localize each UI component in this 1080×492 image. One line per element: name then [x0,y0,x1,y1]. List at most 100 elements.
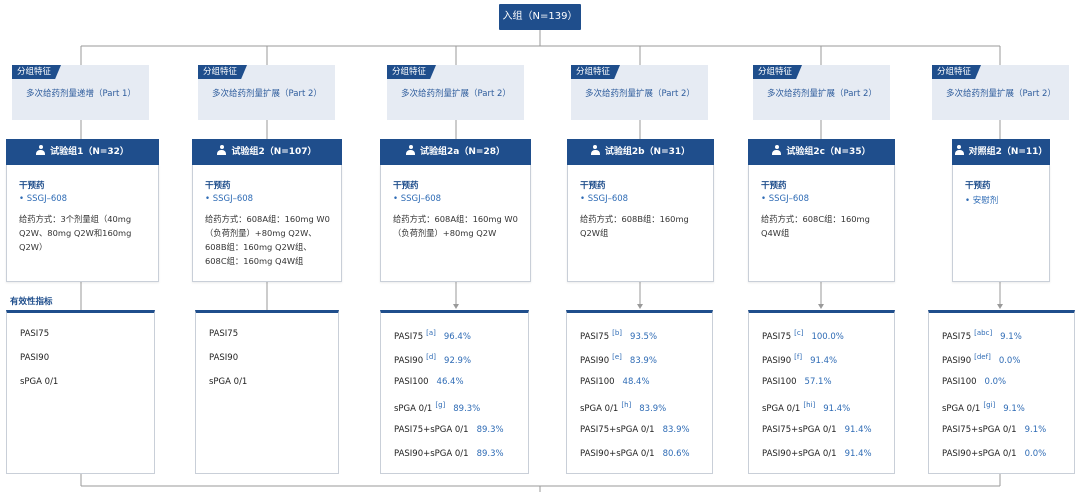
group-details: 干预药 • SSGJ–608 给药方式：3个剂量组（40mg Q2W、80mg Q2… [6,165,159,282]
metric-name: PASI90+sPGA 0/1 [580,449,655,459]
group-details: 干预药 • SSGJ–608 给药方式：608A组：160mg W0（负荷剂量）+8… [192,165,342,282]
metric-value: 100.0% [811,332,844,342]
drug-name: • SSGJ–608 [761,194,810,204]
metric-row: sPGA 0/1 [hi] 91.4% [762,401,850,414]
metric-value: 83.9% [662,425,690,435]
metric-name: PASI100 [394,377,429,387]
metric-row: PASI75 [c] 100.0% [762,329,844,342]
metric-name: PASI75+sPGA 0/1 [394,425,469,435]
group-header: 试验组2a（N=28） [380,139,531,165]
metric-value: 89.3% [476,425,504,435]
efficacy-box: PASI75 [c] 100.0% PASI90 [f] 91.4% PASI100 57.1… [748,310,895,474]
metric-value: 91.4% [844,449,872,459]
metric-name: sPGA 0/1 [580,404,619,414]
feature-tag: 分组特征 [387,65,437,79]
group-details: 干预药 • SSGJ–608 给药方式：608A组：160mg W0（负荷剂量）+8… [380,165,531,282]
metric-name: PASI90 [209,353,239,363]
group-header: 试验组1（N=32） [6,139,159,165]
person-icon [954,145,964,155]
group-name: 试验组1（N=32） [50,147,129,157]
metric-footnote: [b] [612,329,623,337]
metric-footnote: [e] [612,353,622,361]
person-icon [590,145,600,155]
efficacy-box: PASI75 PASI90 sPGA 0/1 [6,310,155,474]
group-header: 试验组2c（N=35） [748,139,895,165]
metric-value: 9.1% [1024,425,1047,435]
metric-row: PASI75+sPGA 0/1 83.9% [580,425,690,435]
metric-value: 92.9% [444,356,472,366]
metric-value: 0.0% [1024,449,1047,459]
metric-value: 96.4% [443,332,471,342]
dosing-text: 给药方式：608A组：160mg W0（负荷剂量）+80mg Q2W、608B组… [205,214,330,266]
enrollment-box: 入组（N=139） [499,4,581,30]
efficacy-box: PASI75 [a] 96.4% PASI90 [d] 92.9% PASI100 46.4%… [380,310,529,474]
drug-name: • SSGJ–608 [19,194,68,204]
metric-row: PASI75 [20,329,49,339]
efficacy-box: PASI75 [b] 93.5% PASI90 [e] 83.9% PASI100 48.4%… [566,310,713,474]
drug-title: 干预药 [19,181,45,191]
metric-row: PASI75 [a] 96.4% [394,329,471,342]
metric-value: 91.4% [844,425,872,435]
metric-value: 93.5% [630,332,658,342]
feature-box: 分组特征多次给药剂量递增（Part 1） [12,65,149,120]
feature-tag: 分组特征 [12,65,62,79]
feature-text: 多次给药剂量扩展（Part 2） [585,89,695,99]
metric-name: PASI75 [209,329,239,339]
drug-name: • SSGJ–608 [205,194,254,204]
metric-row: PASI90 [209,353,238,363]
group-details: 干预药 • 安慰剂 [952,165,1050,282]
drug-title: 干预药 [393,181,419,191]
metric-row: PASI75 [209,329,238,339]
metric-row: PASI75 [b] 93.5% [580,329,657,342]
metric-row: PASI90 [20,353,49,363]
metric-value: 46.4% [436,377,464,387]
feature-text: 多次给药剂量扩展（Part 2） [767,89,877,99]
feature-box: 分组特征多次给药剂量扩展（Part 2） [753,65,890,120]
metric-name: PASI100 [942,377,977,387]
group-name: 试验组2（N=107） [231,147,317,157]
feature-text: 多次给药剂量扩展（Part 2） [212,89,322,99]
metric-row: PASI75+sPGA 0/1 9.1% [942,425,1046,435]
feature-text: 多次给药剂量扩展（Part 2） [401,89,511,99]
metric-value: 83.9% [629,356,657,366]
metric-row: PASI100 46.4% [394,377,464,387]
group-header: 试验组2（N=107） [192,139,342,165]
metric-name: PASI90 [942,356,972,366]
metric-row: sPGA 0/1 [209,377,247,387]
metric-row: PASI100 0.0% [942,377,1006,387]
metric-value: 89.3% [476,449,504,459]
metric-row: PASI75+sPGA 0/1 91.4% [762,425,872,435]
drug-title: 干预药 [580,181,606,191]
group-name: 对照组2（N=11） [968,147,1048,157]
metric-name: sPGA 0/1 [942,404,981,414]
metric-footnote: [c] [794,329,804,337]
metric-name: PASI75+sPGA 0/1 [762,425,837,435]
dosing-text: 给药方式：608A组：160mg W0（负荷剂量）+80mg Q2W [393,214,518,238]
metric-name: PASI75 [394,332,424,342]
metric-value: 80.6% [662,449,690,459]
metric-row: PASI75 [abc] 9.1% [942,329,1022,342]
metric-name: PASI75 [762,332,792,342]
metric-value: 48.4% [622,377,650,387]
group-header: 试验组2b（N=31） [567,139,714,165]
metric-row: sPGA 0/1 [h] 83.9% [580,401,666,414]
metric-value: 89.3% [453,404,481,414]
metric-footnote: [def] [974,353,991,361]
person-icon [406,145,416,155]
metric-footnote: [abc] [974,329,993,337]
metric-name: PASI75 [942,332,972,342]
metric-row: sPGA 0/1 [20,377,58,387]
person-icon [36,145,46,155]
feature-text: 多次给药剂量递增（Part 1） [26,89,136,99]
metric-name: PASI90 [394,356,424,366]
drug-title: 干预药 [205,181,231,191]
group-header: 对照组2（N=11） [952,139,1050,165]
metric-row: PASI90 [def] 0.0% [942,353,1020,366]
feature-tag: 分组特征 [753,65,803,79]
person-icon [772,145,782,155]
dosing-text: 给药方式：608B组：160mg Q2W组 [580,214,689,238]
group-details: 干预药 • SSGJ–608 给药方式：608C组：160mg Q4W组 [748,165,895,282]
metric-name: sPGA 0/1 [394,404,433,414]
metric-footnote: [d] [426,353,437,361]
person-icon [217,145,227,155]
